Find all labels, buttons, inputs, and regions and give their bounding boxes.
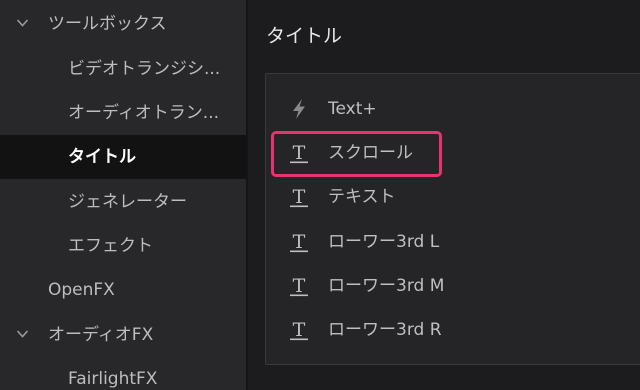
list-item-label: Text+ bbox=[328, 99, 377, 119]
list-item-lower-third-right[interactable]: T ローワー3rd R bbox=[266, 308, 640, 352]
list-item-lower-third-middle[interactable]: T ローワー3rd M bbox=[266, 264, 640, 308]
list-item-text-plus[interactable]: Text+ bbox=[266, 87, 640, 131]
sidebar-item-audio-transitions[interactable]: オーディオトラン... bbox=[0, 91, 246, 135]
effects-library-window: ツールボックス ビデオトランジシ... オーディオトラン... タイトル ジェネ… bbox=[0, 0, 640, 390]
list-item-scroll[interactable]: T スクロール bbox=[266, 131, 640, 175]
chevron-down-icon[interactable] bbox=[16, 18, 29, 28]
sidebar-item-label: オーディオトラン... bbox=[68, 103, 220, 123]
sidebar-item-label: ツールボックス bbox=[48, 14, 167, 34]
titles-list: Text+ T スクロール T テキスト T ローワー3rd L T ローワー3… bbox=[265, 73, 640, 365]
sidebar-item-openfx[interactable]: OpenFX bbox=[0, 268, 246, 312]
title-t-icon: T bbox=[290, 319, 308, 341]
sidebar: ツールボックス ビデオトランジシ... オーディオトラン... タイトル ジェネ… bbox=[0, 0, 246, 390]
sidebar-item-video-transitions[interactable]: ビデオトランジシ... bbox=[0, 47, 246, 91]
svg-text:T: T bbox=[293, 231, 306, 253]
sidebar-item-label: エフェクト bbox=[68, 236, 153, 256]
list-item-label: ローワー3rd M bbox=[328, 276, 445, 296]
list-item-text[interactable]: T テキスト bbox=[266, 175, 640, 219]
list-item-label: ローワー3rd R bbox=[328, 320, 442, 340]
title-t-icon: T bbox=[290, 142, 308, 164]
svg-text:T: T bbox=[293, 142, 306, 164]
sidebar-item-label: OpenFX bbox=[48, 280, 115, 300]
sidebar-item-fairlightfx[interactable]: FairlightFX bbox=[0, 357, 246, 390]
main-panel: タイトル Text+ T スクロール T テキスト T ローワー3rd L T … bbox=[248, 0, 640, 390]
title-t-icon: T bbox=[290, 231, 308, 253]
sidebar-item-label: ジェネレーター bbox=[68, 192, 187, 212]
sidebar-item-generators[interactable]: ジェネレーター bbox=[0, 180, 246, 224]
chevron-down-icon[interactable] bbox=[16, 329, 29, 339]
sidebar-item-effects[interactable]: エフェクト bbox=[0, 224, 246, 268]
sidebar-item-titles[interactable]: タイトル bbox=[0, 135, 246, 179]
list-item-label: ローワー3rd L bbox=[328, 232, 440, 252]
sidebar-item-label: タイトル bbox=[68, 147, 136, 167]
lightning-icon bbox=[293, 99, 305, 119]
sidebar-item-label: FairlightFX bbox=[68, 369, 158, 389]
sidebar-item-toolbox[interactable]: ツールボックス bbox=[0, 2, 246, 46]
sidebar-item-label: ビデオトランジシ... bbox=[68, 59, 221, 79]
title-t-icon: T bbox=[290, 186, 308, 208]
svg-text:T: T bbox=[293, 186, 306, 208]
svg-text:T: T bbox=[293, 275, 306, 297]
page-title: タイトル bbox=[266, 25, 343, 47]
sidebar-item-label: オーディオFX bbox=[48, 325, 154, 345]
list-item-lower-third-left[interactable]: T ローワー3rd L bbox=[266, 220, 640, 264]
title-t-icon: T bbox=[290, 275, 308, 297]
sidebar-item-audio-fx[interactable]: オーディオFX bbox=[0, 313, 246, 357]
list-item-label: スクロール bbox=[328, 143, 413, 163]
list-item-label: テキスト bbox=[328, 187, 396, 207]
svg-text:T: T bbox=[293, 319, 306, 341]
